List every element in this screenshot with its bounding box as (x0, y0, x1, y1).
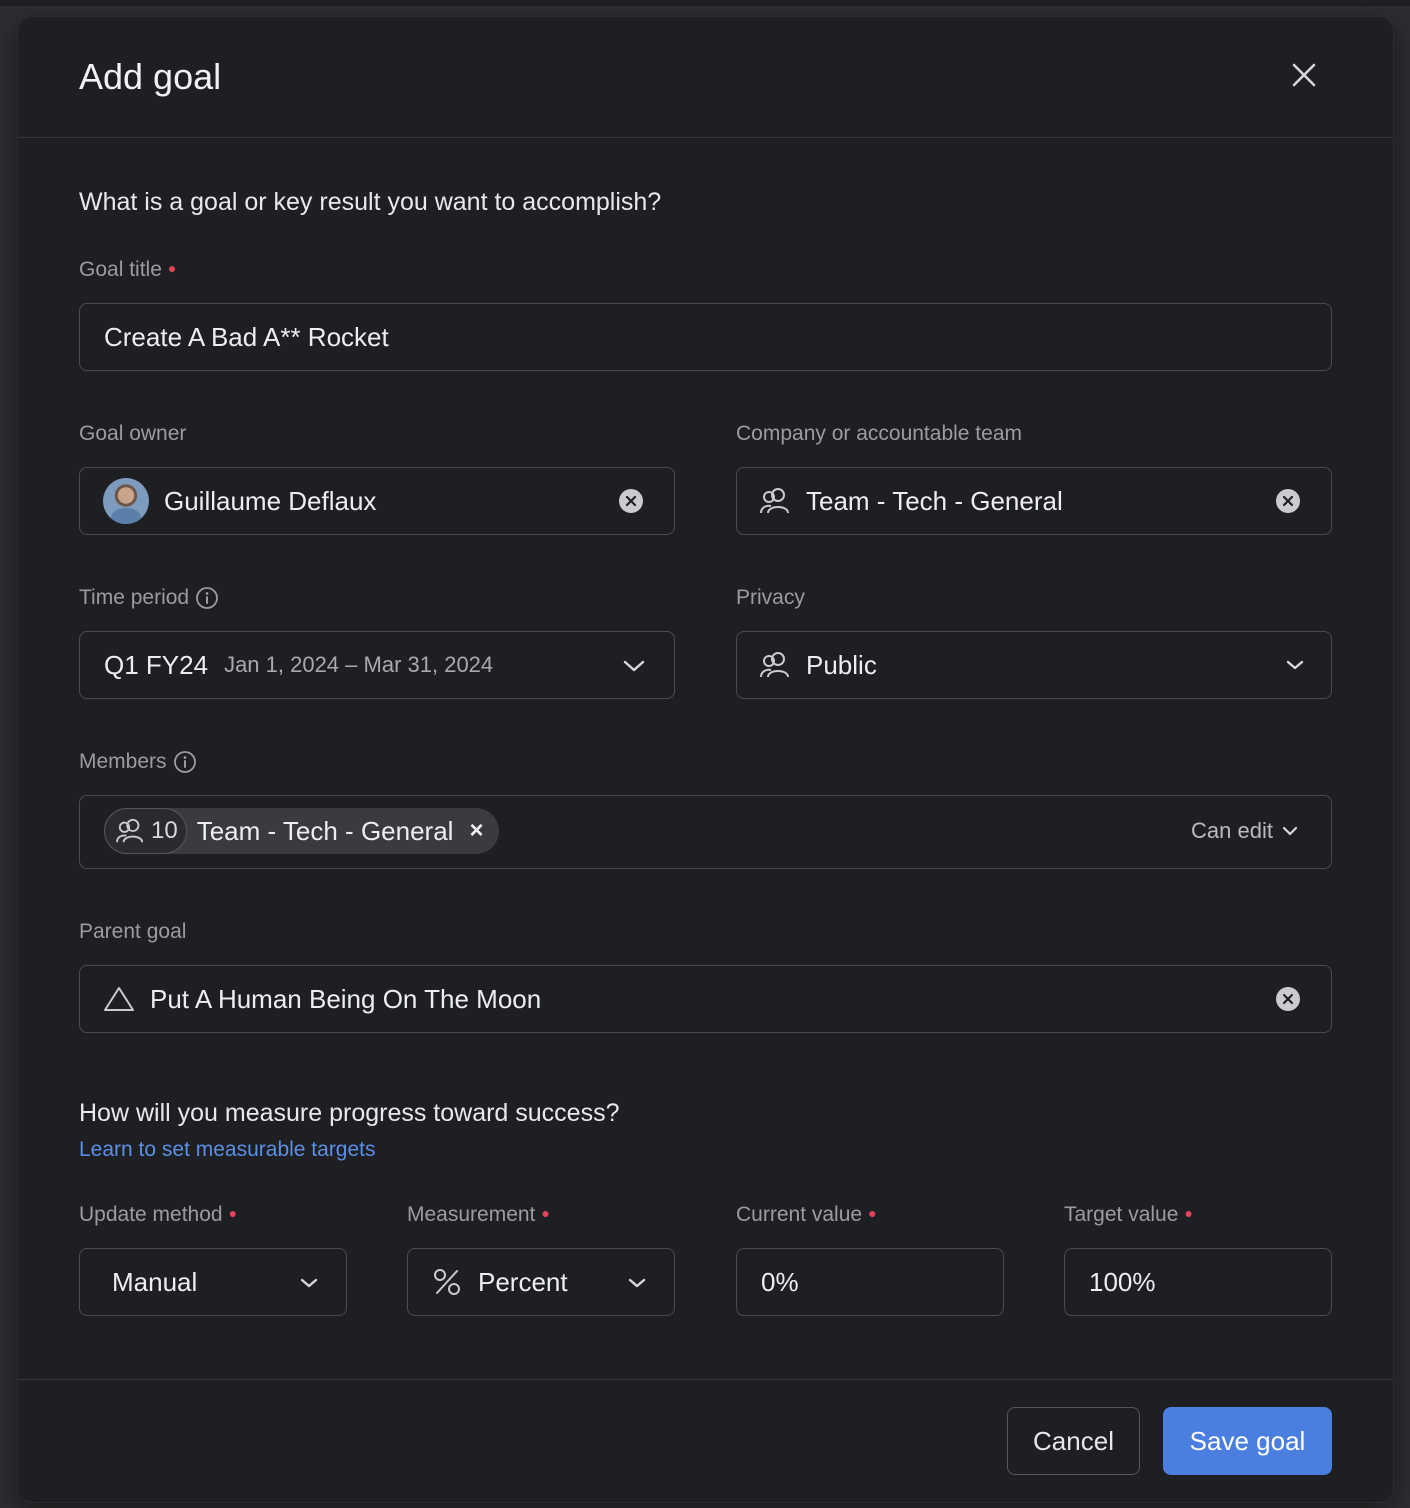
goal-owner-select[interactable]: Guillaume Deflaux (79, 467, 675, 535)
member-count: 10 (151, 817, 178, 844)
close-button[interactable] (1284, 55, 1324, 95)
goal-owner-label: Goal owner (79, 422, 186, 446)
parent-goal-label: Parent goal (79, 920, 186, 944)
privacy-value: Public (806, 649, 877, 680)
privacy-select[interactable]: Public (736, 631, 1332, 699)
clear-owner-icon[interactable] (619, 489, 643, 513)
time-period-select[interactable]: Q1 FY24 Jan 1, 2024 – Mar 31, 2024 (79, 631, 675, 699)
target-value-input[interactable]: 100% (1064, 1248, 1332, 1316)
required-marker: ● (868, 1205, 877, 1221)
company-team-label: Company or accountable team (736, 422, 1022, 446)
parent-goal-select[interactable]: Put A Human Being On The Moon (79, 965, 1332, 1033)
save-goal-button[interactable]: Save goal (1163, 1407, 1332, 1475)
privacy-label-text: Privacy (736, 586, 805, 609)
company-team-select[interactable]: Team - Tech - General (736, 467, 1332, 535)
member-chip-label: Team - Tech - General (196, 815, 454, 846)
dialog-footer: Cancel Save goal (18, 1379, 1393, 1502)
dialog-title: Add goal (79, 56, 222, 97)
add-goal-dialog: Add goal What is a goal or key result yo… (18, 17, 1393, 1502)
time-period-label-text: Time period (79, 586, 190, 609)
measurement-select[interactable]: Percent (407, 1248, 675, 1316)
company-team-value: Team - Tech - General (806, 485, 1063, 516)
time-period-label: Time period (79, 586, 219, 610)
required-marker: ● (228, 1205, 238, 1221)
measurement-label: Measurement ● (407, 1203, 550, 1227)
measure-question: How will you measure progress toward suc… (79, 1099, 620, 1127)
team-icon (760, 488, 789, 514)
company-team-label-text: Company or accountable team (736, 422, 1022, 445)
member-chip: 10 Team - Tech - General × (104, 808, 500, 854)
permission-value: Can edit (1191, 818, 1273, 843)
close-icon (1292, 63, 1316, 87)
goal-title-input[interactable]: Create A Bad A** Rocket (79, 303, 1332, 371)
info-icon[interactable] (173, 750, 197, 774)
x-icon (1282, 993, 1294, 1005)
current-value-value: 0% (761, 1266, 799, 1297)
clear-parent-goal-icon[interactable] (1276, 987, 1300, 1011)
x-icon (625, 495, 637, 507)
privacy-label: Privacy (736, 586, 805, 610)
chevron-down-icon (1282, 826, 1298, 836)
members-label-text: Members (79, 750, 167, 773)
current-value-input[interactable]: 0% (736, 1248, 1004, 1316)
goal-triangle-icon (104, 987, 134, 1011)
chevron-down-icon (1286, 660, 1304, 670)
clear-team-icon[interactable] (1276, 489, 1300, 513)
parent-goal-label-text: Parent goal (79, 920, 187, 943)
info-icon[interactable] (195, 586, 219, 610)
time-period-value: Q1 FY24 (104, 649, 209, 680)
permission-select[interactable]: Can edit (1191, 818, 1299, 844)
required-marker: ● (541, 1205, 550, 1221)
member-count-badge: 10 (104, 808, 187, 854)
current-value-label: Current value ● (736, 1203, 877, 1227)
time-period-range: Jan 1, 2024 – Mar 31, 2024 (224, 652, 494, 677)
measurement-label-text: Measurement (407, 1203, 536, 1226)
cancel-button[interactable]: Cancel (1007, 1407, 1140, 1475)
measurement-value: Percent (478, 1266, 568, 1297)
chevron-down-icon (300, 1278, 318, 1288)
current-value-label-text: Current value (736, 1203, 863, 1226)
goal-owner-label-text: Goal owner (79, 422, 187, 445)
goal-title-label: Goal title ● (79, 258, 176, 282)
update-method-label: Update method ● (79, 1203, 237, 1227)
required-marker: ● (167, 260, 177, 276)
percent-icon (434, 1269, 460, 1295)
target-value-label: Target value ● (1064, 1203, 1193, 1227)
backdrop-top-strip (0, 0, 1410, 6)
people-icon (760, 652, 789, 678)
chevron-down-icon (623, 660, 645, 672)
goal-question: What is a goal or key result you want to… (79, 188, 662, 216)
target-value-value: 100% (1089, 1266, 1156, 1297)
goal-owner-value: Guillaume Deflaux (164, 485, 377, 516)
members-label: Members (79, 750, 197, 774)
team-icon (116, 818, 144, 843)
dialog-header: Add goal (18, 17, 1393, 138)
members-input[interactable]: 10 Team - Tech - General × Can edit (79, 795, 1332, 869)
measurable-targets-link[interactable]: Learn to set measurable targets (79, 1138, 376, 1162)
goal-title-value: Create A Bad A** Rocket (104, 321, 389, 352)
update-method-select[interactable]: Manual (79, 1248, 347, 1316)
x-icon (1282, 495, 1294, 507)
update-method-value: Manual (112, 1266, 198, 1297)
target-value-label-text: Target value (1064, 1203, 1179, 1226)
remove-member-button[interactable]: × (469, 817, 483, 845)
goal-title-label-text: Goal title (79, 258, 162, 281)
avatar (103, 478, 149, 524)
parent-goal-value: Put A Human Being On The Moon (150, 983, 542, 1014)
chevron-down-icon (628, 1278, 646, 1288)
required-marker: ● (1184, 1205, 1193, 1221)
update-method-label-text: Update method (79, 1203, 223, 1226)
